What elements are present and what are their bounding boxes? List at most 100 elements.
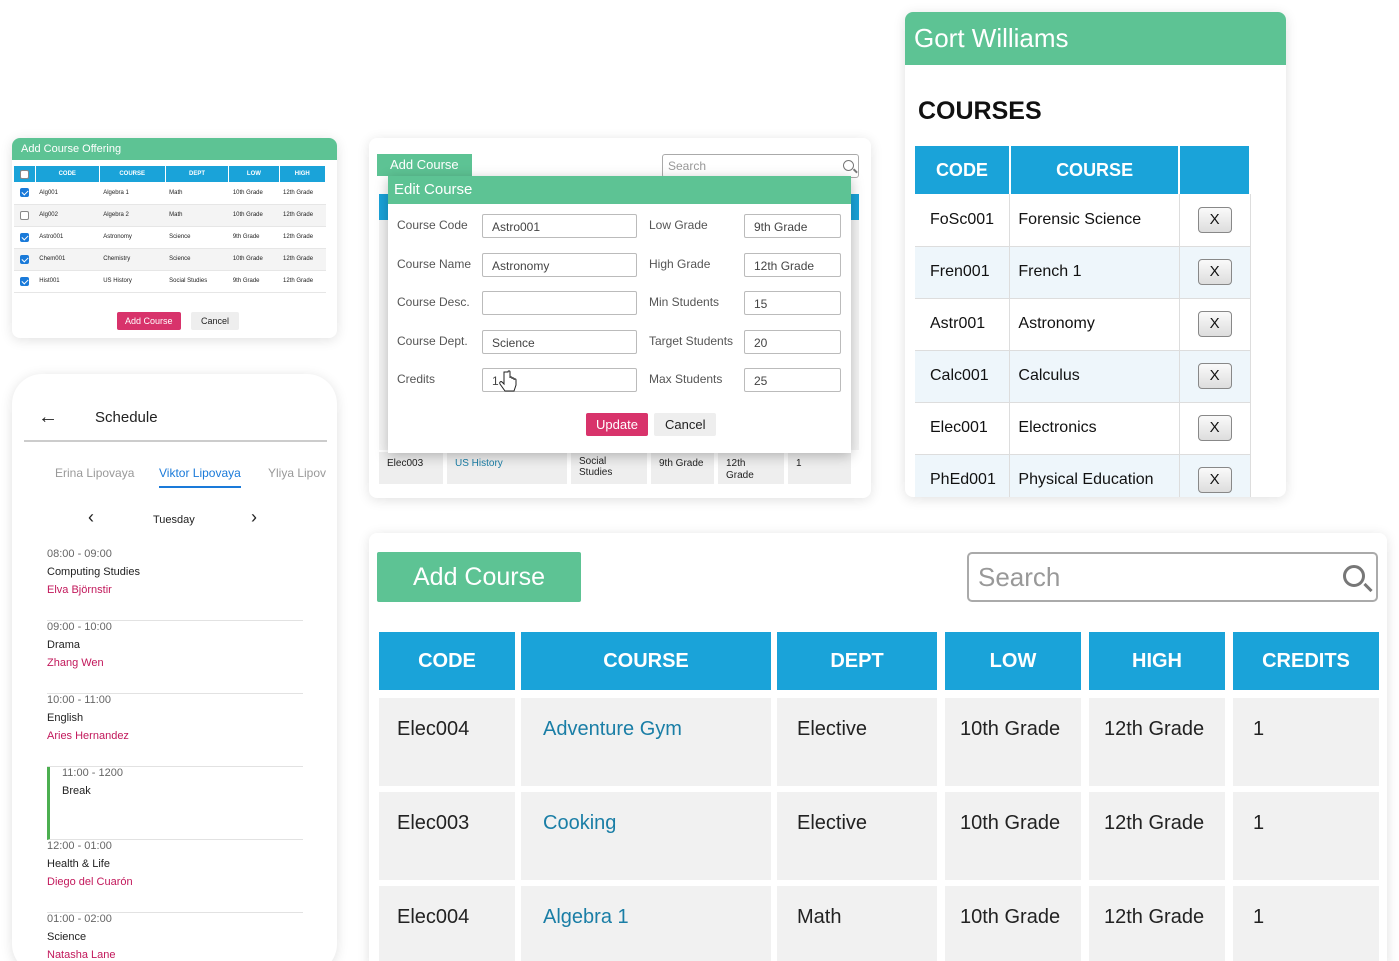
slot-time: 12:00 - 01:00 — [47, 840, 112, 852]
course-link[interactable]: Adventure Gym — [521, 698, 771, 786]
max-students-field[interactable]: 25 — [744, 368, 841, 392]
catalog-cell-low: 10th Grade — [945, 792, 1081, 880]
offering-header-low[interactable]: LOW — [228, 166, 280, 182]
offering-cell-low: 10th Grade — [228, 182, 280, 205]
tab-yliya-lipov[interactable]: Yliya Lipov — [268, 466, 328, 480]
offering-row-select[interactable] — [14, 182, 36, 205]
offering-row[interactable]: Alg001 Algebra 1 Math 10th Grade 12th Grade — [14, 182, 326, 205]
search-icon[interactable] — [843, 160, 854, 171]
tab-viktor-lipovaya[interactable]: Viktor Lipovaya — [159, 466, 241, 488]
student-course-name: French 1 — [1009, 246, 1180, 299]
low-grade-field[interactable]: 9th Grade — [744, 214, 841, 238]
schedule-slot[interactable]: 12:00 - 01:00 Health & Life Diego del Cuar… — [47, 840, 303, 913]
bg-cell-dept: Social Studies — [571, 452, 647, 484]
bg-cell-course[interactable]: US History — [447, 452, 567, 484]
background-table-row: Elec003 US History Social Studies 9th Gr… — [379, 452, 855, 484]
student-course-code: Calc001 — [915, 350, 1011, 403]
offering-header-dept[interactable]: DEPT — [165, 166, 230, 182]
student-course-code: Elec001 — [915, 402, 1011, 455]
checkbox-unchecked[interactable] — [20, 210, 30, 220]
offering-header-code[interactable]: CODE — [35, 166, 100, 182]
slot-time: 11:00 - 1200 — [62, 767, 123, 779]
search-input[interactable]: Search — [662, 154, 859, 178]
label-course-desc: Course Desc. — [397, 295, 470, 309]
student-courses-card: Gort Williams COURSES CODE COURSE FoSc00… — [905, 12, 1286, 497]
slot-teacher[interactable]: Elva Björnstir — [47, 584, 303, 596]
checkbox-checked[interactable] — [20, 188, 30, 198]
catalog-header-credits[interactable]: CREDITS — [1233, 632, 1379, 690]
back-arrow-icon[interactable]: ← — [38, 406, 58, 429]
slot-teacher[interactable]: Zhang Wen — [47, 657, 303, 669]
offering-row[interactable]: Astro001 Astronomy Science 9th Grade 12th Gr… — [14, 226, 326, 249]
catalog-cell-low: 10th Grade — [945, 886, 1081, 961]
cancel-button[interactable]: Cancel — [190, 312, 239, 330]
checkbox-checked[interactable] — [20, 232, 30, 242]
offering-cell-low: 9th Grade — [228, 270, 280, 293]
big-search-icon[interactable] — [1343, 565, 1365, 587]
target-students-field[interactable]: 20 — [744, 330, 841, 354]
course-name-field[interactable]: Astronomy — [482, 253, 637, 277]
remove-course-button[interactable]: X — [1197, 206, 1232, 233]
offering-cell-dept: Math — [165, 182, 229, 205]
gort-header-course: COURSE — [1009, 146, 1181, 194]
course-dept-field[interactable]: Science — [482, 330, 637, 354]
offering-row-select[interactable] — [14, 204, 36, 227]
high-grade-field[interactable]: 12th Grade — [744, 253, 841, 277]
offering-row-select[interactable] — [14, 248, 36, 271]
offering-row[interactable]: Hist001 US History Social Studies 9th Grade… — [14, 270, 326, 293]
offering-row-select[interactable] — [14, 226, 36, 249]
offering-cell-low: 10th Grade — [228, 248, 280, 271]
remove-course-button[interactable]: X — [1197, 415, 1232, 441]
add-course-button[interactable]: Add Course — [117, 312, 181, 330]
chevron-right-icon[interactable]: › — [251, 507, 257, 528]
update-button[interactable]: Update — [586, 413, 648, 436]
schedule-slot[interactable]: 01:00 - 02:00 Science Natasha Lane — [47, 913, 303, 961]
schedule-slot[interactable]: 09:00 - 10:00 Drama Zhang Wen — [47, 621, 303, 694]
offering-header-high[interactable]: HIGH — [279, 166, 327, 182]
offering-row[interactable]: Alg002 Algebra 2 Math 10th Grade 12th Grade — [14, 204, 326, 227]
label-target-students: Target Students — [649, 334, 734, 348]
offering-cell-low: 9th Grade — [228, 226, 280, 249]
offering-cell-dept: Social Studies — [165, 270, 229, 293]
remove-course-cell: X — [1179, 246, 1251, 299]
catalog-header-dept[interactable]: DEPT — [777, 632, 937, 690]
offering-row-select[interactable] — [14, 270, 36, 293]
big-search-input[interactable]: Search — [967, 552, 1378, 602]
slot-teacher[interactable]: Diego del Cuarón — [47, 876, 303, 888]
offering-row[interactable]: Chem001 Chemistry Science 10th Grade 12th Gr… — [14, 248, 326, 271]
slot-teacher[interactable]: Natasha Lane — [47, 949, 303, 961]
modal-cancel-button[interactable]: Cancel — [654, 413, 717, 436]
label-credits: Credits — [397, 372, 436, 386]
catalog-cell-credits: 1 — [1233, 698, 1379, 786]
course-desc-field[interactable] — [482, 291, 637, 315]
big-add-course-button[interactable]: Add Course — [377, 552, 581, 602]
checkbox-checked[interactable] — [20, 254, 30, 264]
offering-cell-course: US History — [99, 270, 166, 293]
schedule-slot[interactable]: 10:00 - 11:00 English Aries Hernandez — [47, 694, 303, 767]
offering-cell-course: Chemistry — [99, 248, 166, 271]
course-code-field[interactable]: Astro001 — [482, 214, 637, 238]
catalog-header-low[interactable]: LOW — [945, 632, 1081, 690]
catalog-header-code[interactable]: CODE — [379, 632, 515, 690]
offering-header-course[interactable]: COURSE — [99, 166, 166, 182]
select-all-checkbox[interactable] — [19, 169, 29, 179]
catalog-header-high[interactable]: HIGH — [1089, 632, 1225, 690]
remove-course-button[interactable]: X — [1197, 311, 1232, 337]
tab-erina-lipovaya[interactable]: Erina Lipovaya — [55, 466, 134, 480]
remove-course-button[interactable]: X — [1197, 467, 1232, 493]
course-link[interactable]: Algebra 1 — [521, 886, 771, 961]
catalog-header-course[interactable]: COURSE — [521, 632, 771, 690]
remove-course-button[interactable]: X — [1197, 363, 1232, 389]
offering-cell-dept: Science — [165, 226, 229, 249]
add-course-tab-button[interactable]: Add Course — [377, 154, 472, 176]
course-link[interactable]: Cooking — [521, 792, 771, 880]
checkbox-checked[interactable] — [20, 276, 30, 286]
break-slot[interactable]: 11:00 - 1200 Break — [47, 767, 303, 840]
edit-course-modal: Edit Course Course Code Course Name Cour… — [388, 176, 851, 453]
chevron-left-icon[interactable]: ‹ — [88, 507, 94, 528]
slot-teacher[interactable]: Aries Hernandez — [47, 730, 303, 742]
remove-course-button[interactable]: X — [1197, 259, 1232, 285]
min-students-field[interactable]: 15 — [744, 291, 841, 315]
schedule-slot[interactable]: 08:00 - 09:00 Computing Studies Elva Björn… — [47, 548, 303, 621]
select-all-header[interactable] — [14, 166, 36, 182]
